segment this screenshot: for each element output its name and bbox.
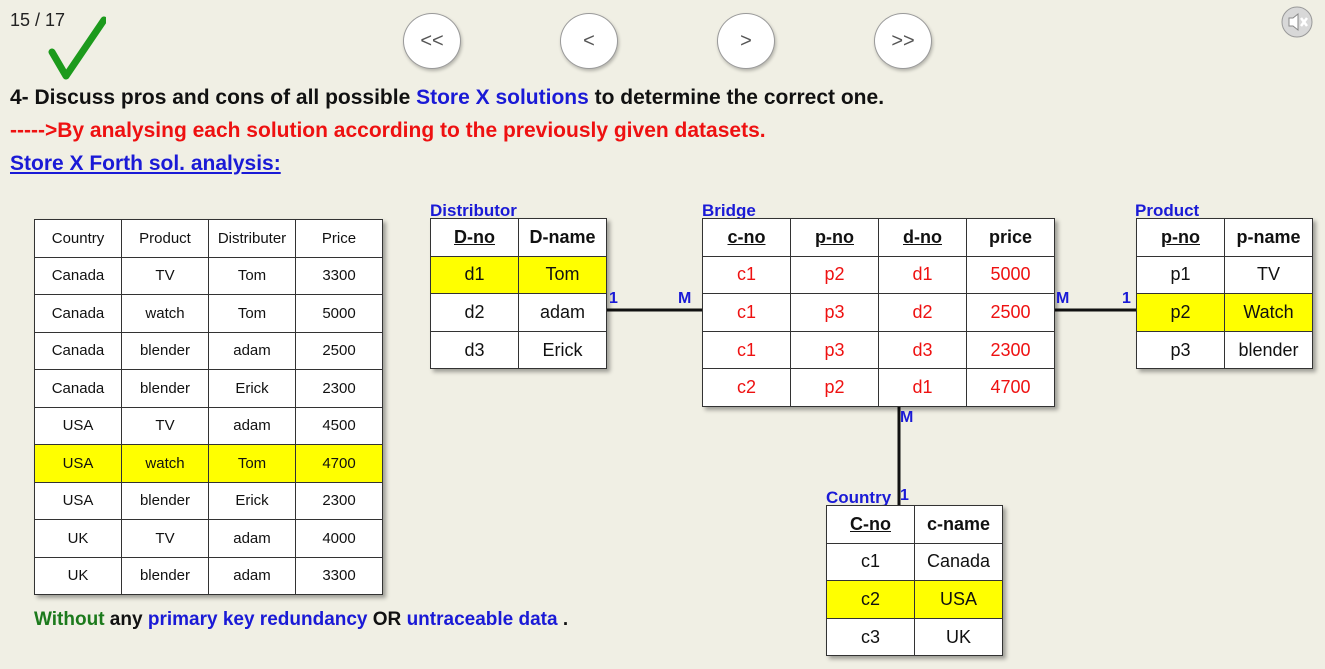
column-header: D-no xyxy=(430,218,519,257)
column-header: C-no xyxy=(826,505,915,544)
column-header: c-no xyxy=(702,218,791,257)
table-row: c1 Canada xyxy=(826,542,1003,582)
table-cell: Tom xyxy=(518,255,607,295)
table-row-highlighted: d1 Tom xyxy=(430,255,607,295)
table-cell: 5000 xyxy=(966,255,1055,295)
table-cell: p2 xyxy=(790,255,879,295)
cardinality-label: M xyxy=(678,290,692,307)
table-cell: UK xyxy=(914,617,1003,657)
table-cell: c2 xyxy=(702,368,791,407)
table-row: d2 adam xyxy=(430,293,607,332)
table-row: d3 Erick xyxy=(430,330,607,370)
cardinality-label: M xyxy=(1056,290,1070,307)
table-cell: TV xyxy=(1224,255,1313,295)
table-cell: Watch xyxy=(1224,293,1313,332)
table-cell: p2 xyxy=(1136,293,1225,332)
cardinality-label: 1 xyxy=(609,290,618,307)
table-cell: 4700 xyxy=(966,368,1055,407)
table-cell: c2 xyxy=(826,580,915,619)
table-cell: p2 xyxy=(790,368,879,407)
table-cell: d2 xyxy=(878,293,967,332)
conclusion-any: any xyxy=(104,609,148,630)
table-cell: c1 xyxy=(826,542,915,582)
column-header: p-name xyxy=(1224,218,1313,257)
relationship-lines xyxy=(605,308,1136,505)
table-cell: 2300 xyxy=(966,330,1055,370)
cardinality-label: 1 xyxy=(1122,290,1131,307)
table-cell: adam xyxy=(518,293,607,332)
country-table: C-no c-name c1 Canada c2 USA c3 UK xyxy=(826,505,1003,657)
conclusion-end: . xyxy=(557,609,569,630)
column-header: p-no xyxy=(1136,218,1225,257)
table-cell: p3 xyxy=(790,330,879,370)
table-cell: d3 xyxy=(430,330,519,370)
table-row: c1 p3 d2 2500 xyxy=(702,293,1055,332)
table-row: p3 blender xyxy=(1136,330,1313,370)
bridge-table: c-no p-no d-no price c1 p2 d1 5000 c1 p3 d2 2500 … xyxy=(702,218,1055,407)
distributor-table: D-no D-name d1 Tom d2 adam d3 Erick xyxy=(430,218,607,370)
table-cell: p1 xyxy=(1136,255,1225,295)
table-cell: blender xyxy=(1224,330,1313,370)
table-cell: d2 xyxy=(430,293,519,332)
conclusion-untraceable: untraceable data xyxy=(406,609,558,630)
conclusion-or: OR xyxy=(367,609,407,630)
table-cell: d1 xyxy=(430,255,519,295)
product-table: p-no p-name p1 TV p2 Watch p3 blender xyxy=(1136,218,1313,370)
conclusion-without: Without xyxy=(34,609,105,630)
table-row: c2 p2 d1 4700 xyxy=(702,368,1055,407)
table-cell: c1 xyxy=(702,330,791,370)
table-cell: d1 xyxy=(878,255,967,295)
table-cell: p3 xyxy=(1136,330,1225,370)
table-cell: Erick xyxy=(518,330,607,370)
cardinality-label: M xyxy=(900,409,914,426)
table-cell: p3 xyxy=(790,293,879,332)
column-header: d-no xyxy=(878,218,967,257)
table-row: c1 p2 d1 5000 xyxy=(702,255,1055,295)
table-cell: 2500 xyxy=(966,293,1055,332)
table-row: c3 UK xyxy=(826,617,1003,657)
table-cell: d3 xyxy=(878,330,967,370)
table-row: p1 TV xyxy=(1136,255,1313,295)
table-cell: c1 xyxy=(702,255,791,295)
table-cell: USA xyxy=(914,580,1003,619)
table-row-highlighted: c2 USA xyxy=(826,580,1003,619)
table-cell: c3 xyxy=(826,617,915,657)
table-cell: c1 xyxy=(702,293,791,332)
table-row-highlighted: p2 Watch xyxy=(1136,293,1313,332)
column-header: p-no xyxy=(790,218,879,257)
table-cell: d1 xyxy=(878,368,967,407)
table-row: c1 p3 d3 2300 xyxy=(702,330,1055,370)
conclusion-text: Without any primary key redundancy OR un… xyxy=(34,609,568,631)
cardinality-label: 1 xyxy=(900,487,909,504)
column-header: price xyxy=(966,218,1055,257)
conclusion-pk-redundancy: primary key redundancy xyxy=(147,609,368,630)
column-header: c-name xyxy=(914,505,1003,544)
column-header: D-name xyxy=(518,218,607,257)
table-cell: Canada xyxy=(914,542,1003,582)
